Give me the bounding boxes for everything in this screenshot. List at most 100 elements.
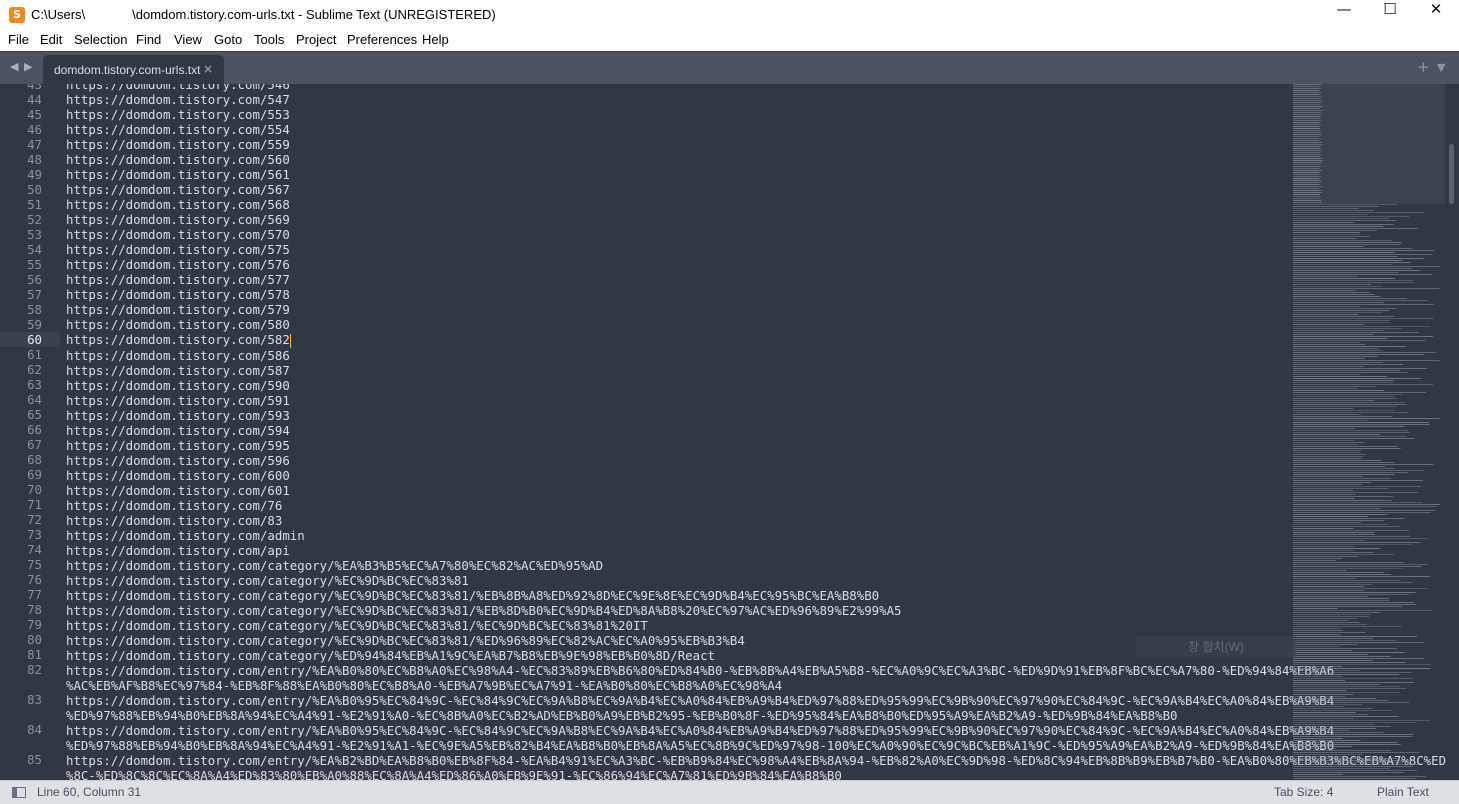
menu-view[interactable]: View [174, 32, 202, 47]
text-line[interactable]: https://domdom.tistory.com/entry/%EA%B0%… [66, 693, 1334, 723]
text-line[interactable]: https://domdom.tistory.com/570 [66, 227, 1291, 242]
text-line[interactable]: https://domdom.tistory.com/591 [66, 393, 1291, 408]
minimap-line [1293, 614, 1371, 615]
minimap-line [1293, 600, 1390, 601]
text-line[interactable]: https://domdom.tistory.com/76 [66, 498, 1291, 513]
tab-size-selector[interactable]: Tab Size: 4 [1274, 785, 1333, 799]
text-line[interactable]: https://domdom.tistory.com/577 [66, 272, 1291, 287]
text-line[interactable]: https://domdom.tistory.com/category/%EC%… [66, 618, 1291, 633]
minimap-line [1293, 732, 1384, 733]
text-line[interactable]: https://domdom.tistory.com/560 [66, 152, 1291, 167]
text-line[interactable]: https://domdom.tistory.com/547 [66, 92, 1291, 107]
menu-file[interactable]: File [8, 32, 29, 47]
text-line[interactable]: https://domdom.tistory.com/559 [66, 137, 1291, 152]
minimap[interactable] [1293, 84, 1445, 780]
text-line[interactable]: https://domdom.tistory.com/578 [66, 287, 1291, 302]
minimap-line [1293, 420, 1369, 421]
text-line[interactable]: https://domdom.tistory.com/567 [66, 182, 1291, 197]
menu-goto[interactable]: Goto [214, 32, 242, 47]
text-line[interactable]: https://domdom.tistory.com/580 [66, 317, 1291, 332]
text-line[interactable]: https://domdom.tistory.com/600 [66, 468, 1291, 483]
text-line[interactable]: https://domdom.tistory.com/553 [66, 107, 1291, 122]
text-line[interactable]: https://domdom.tistory.com/569 [66, 212, 1291, 227]
text-line[interactable]: https://domdom.tistory.com/596 [66, 453, 1291, 468]
text-line[interactable]: https://domdom.tistory.com/590 [66, 378, 1291, 393]
minimap-line [1293, 128, 1320, 129]
scrollbar-thumb[interactable] [1449, 144, 1454, 204]
text-line[interactable]: https://domdom.tistory.com/category/%EC%… [66, 573, 1291, 588]
minimap-line [1293, 406, 1398, 407]
text-line[interactable]: https://domdom.tistory.com/546 [66, 84, 1291, 92]
minimap-line [1293, 148, 1321, 149]
text-line[interactable]: https://domdom.tistory.com/category/%ED%… [66, 648, 1291, 663]
tab-list-dropdown-icon[interactable]: ▼ [1437, 61, 1445, 74]
new-tab-icon[interactable]: + [1417, 58, 1430, 76]
text-line[interactable]: https://domdom.tistory.com/582 [66, 332, 1291, 348]
text-line[interactable]: https://domdom.tistory.com/587 [66, 363, 1291, 378]
prev-tab-icon[interactable]: ◀ [10, 60, 18, 73]
minimap-line [1293, 310, 1390, 311]
line-number: 82 [27, 662, 42, 677]
minimap-line [1293, 648, 1397, 649]
minimap-line [1293, 96, 1322, 97]
text-line[interactable]: https://domdom.tistory.com/category/%EC%… [66, 633, 1291, 648]
menu-find[interactable]: Find [136, 32, 161, 47]
minimap-line [1293, 578, 1356, 579]
minimize-button[interactable]: — [1321, 0, 1367, 31]
panel-toggle-icon[interactable] [12, 787, 26, 798]
tab-domdom-urls[interactable]: domdom.tistory.com-urls.txt × [43, 55, 224, 85]
menu-tools[interactable]: Tools [254, 32, 284, 47]
menu-selection[interactable]: Selection [74, 32, 127, 47]
minimap-line [1293, 378, 1421, 379]
text-line[interactable]: https://domdom.tistory.com/entry/%EA%B0%… [66, 723, 1334, 753]
text-line[interactable]: https://domdom.tistory.com/601 [66, 483, 1291, 498]
next-tab-icon[interactable]: ▶ [24, 60, 32, 73]
text-line[interactable]: https://domdom.tistory.com/category/%EC%… [66, 588, 1291, 603]
line-number: 46 [27, 122, 42, 137]
text-line[interactable]: https://domdom.tistory.com/admin [66, 528, 1291, 543]
text-line[interactable]: https://domdom.tistory.com/594 [66, 423, 1291, 438]
text-line[interactable]: https://domdom.tistory.com/api [66, 543, 1291, 558]
text-line[interactable]: https://domdom.tistory.com/category/%EA%… [66, 558, 1291, 573]
text-line[interactable]: https://domdom.tistory.com/entry/%EA%B0%… [66, 663, 1334, 693]
minimap-line [1293, 146, 1321, 147]
text-line[interactable]: https://domdom.tistory.com/554 [66, 122, 1291, 137]
minimap-line [1293, 210, 1374, 211]
text-line[interactable]: https://domdom.tistory.com/593 [66, 408, 1291, 423]
minimap-line [1293, 568, 1404, 569]
text-line[interactable]: https://domdom.tistory.com/561 [66, 167, 1291, 182]
text-content[interactable]: https://domdom.tistory.com/546 https://do… [66, 84, 1459, 781]
menu-edit[interactable]: Edit [40, 32, 62, 47]
minimap-line [1293, 214, 1368, 215]
minimap-line [1293, 710, 1393, 711]
menu-help[interactable]: Help [422, 32, 449, 47]
vertical-scrollbar[interactable] [1446, 84, 1459, 780]
minimap-line [1293, 536, 1411, 537]
menu-project[interactable]: Project [296, 32, 336, 47]
minimap-line [1293, 778, 1416, 779]
line-number: 67 [27, 437, 42, 452]
text-line[interactable]: https://domdom.tistory.com/579 [66, 302, 1291, 317]
minimap-line [1293, 502, 1422, 503]
menu-preferences[interactable]: Preferences [347, 32, 417, 47]
minimap-line [1293, 264, 1393, 265]
syntax-selector[interactable]: Plain Text [1377, 785, 1429, 799]
text-line[interactable]: https://domdom.tistory.com/595 [66, 438, 1291, 453]
close-button[interactable]: ✕ [1413, 0, 1459, 31]
text-line[interactable]: https://domdom.tistory.com/575 [66, 242, 1291, 257]
maximize-button[interactable]: ☐ [1367, 0, 1413, 31]
line-number: 54 [27, 242, 42, 257]
minimap-line [1293, 276, 1358, 277]
minimap-line [1293, 582, 1413, 583]
text-line[interactable]: https://domdom.tistory.com/586 [66, 348, 1291, 363]
text-line[interactable]: https://domdom.tistory.com/83 [66, 513, 1291, 528]
text-line[interactable]: https://domdom.tistory.com/576 [66, 257, 1291, 272]
text-line[interactable]: https://domdom.tistory.com/entry/%EA%B2%… [66, 753, 1459, 781]
editor-area[interactable]: 43 44 45 46 47 48 49 50 51 52 53 54 55 56 57 58 59 60 61 62… [0, 84, 1459, 780]
tab-close-icon[interactable]: × [203, 62, 213, 76]
text-line[interactable]: https://domdom.tistory.com/category/%EC%… [66, 603, 1291, 618]
minimap-line [1293, 312, 1383, 313]
minimap-line [1293, 748, 1336, 749]
text-line[interactable]: https://domdom.tistory.com/568 [66, 197, 1291, 212]
minimap-line [1293, 706, 1345, 707]
